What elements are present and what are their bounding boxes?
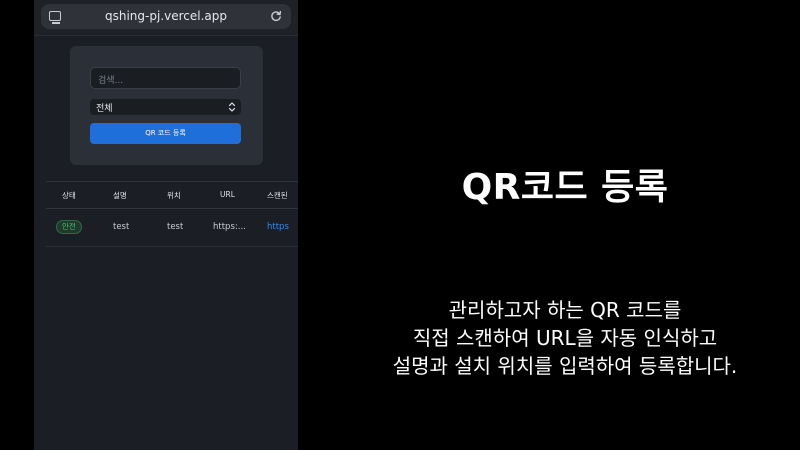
reload-icon[interactable] [270, 10, 282, 22]
table-header: 상태 설명 위치 URL 스캔된 [46, 181, 298, 209]
search-input[interactable]: 검색... [90, 67, 241, 89]
table-row[interactable]: 안전 test test https:... https [46, 209, 298, 247]
address-bar[interactable]: qshing-pj.vercel.app [41, 4, 291, 29]
column-header-status[interactable]: 상태 [62, 190, 76, 201]
url-text[interactable]: qshing-pj.vercel.app [41, 9, 291, 23]
column-header-scanned[interactable]: 스캔된 [267, 190, 298, 201]
cell-description: test [113, 222, 130, 232]
description-line: 설명과 설치 위치를 입력하여 등록합니다. [392, 354, 738, 378]
description-line: 관리하고자 하는 QR 코드를 [448, 298, 682, 322]
browser-toolbar: qshing-pj.vercel.app [34, 0, 298, 36]
status-filter-select[interactable]: 전체 [90, 99, 241, 115]
phone-screen: qshing-pj.vercel.app 검색... 전체 QR 코드 등록 상… [34, 0, 298, 450]
column-header-url[interactable]: URL [220, 190, 235, 199]
status-filter-value: 전체 [96, 104, 113, 114]
register-form-card: 검색... 전체 QR 코드 등록 [70, 46, 263, 165]
column-header-location[interactable]: 위치 [167, 190, 181, 201]
status-badge: 안전 [56, 220, 82, 234]
cell-url: https:... [213, 222, 246, 232]
cell-location: test [167, 222, 184, 232]
chevron-updown-icon [228, 102, 236, 112]
description-line: 직접 스캔하여 URL을 자동 인식하고 [412, 326, 718, 350]
column-header-description[interactable]: 설명 [113, 190, 127, 201]
slide-description: 관리하고자 하는 QR 코드를 직접 스캔하여 URL을 자동 인식하고 설명과… [340, 296, 790, 380]
slide-title: QR코드 등록 [461, 167, 669, 208]
qr-table: 상태 설명 위치 URL 스캔된 안전 test test https:... … [46, 181, 298, 247]
register-qr-button[interactable]: QR 코드 등록 [90, 123, 241, 144]
cell-scanned-link[interactable]: https [267, 222, 298, 232]
